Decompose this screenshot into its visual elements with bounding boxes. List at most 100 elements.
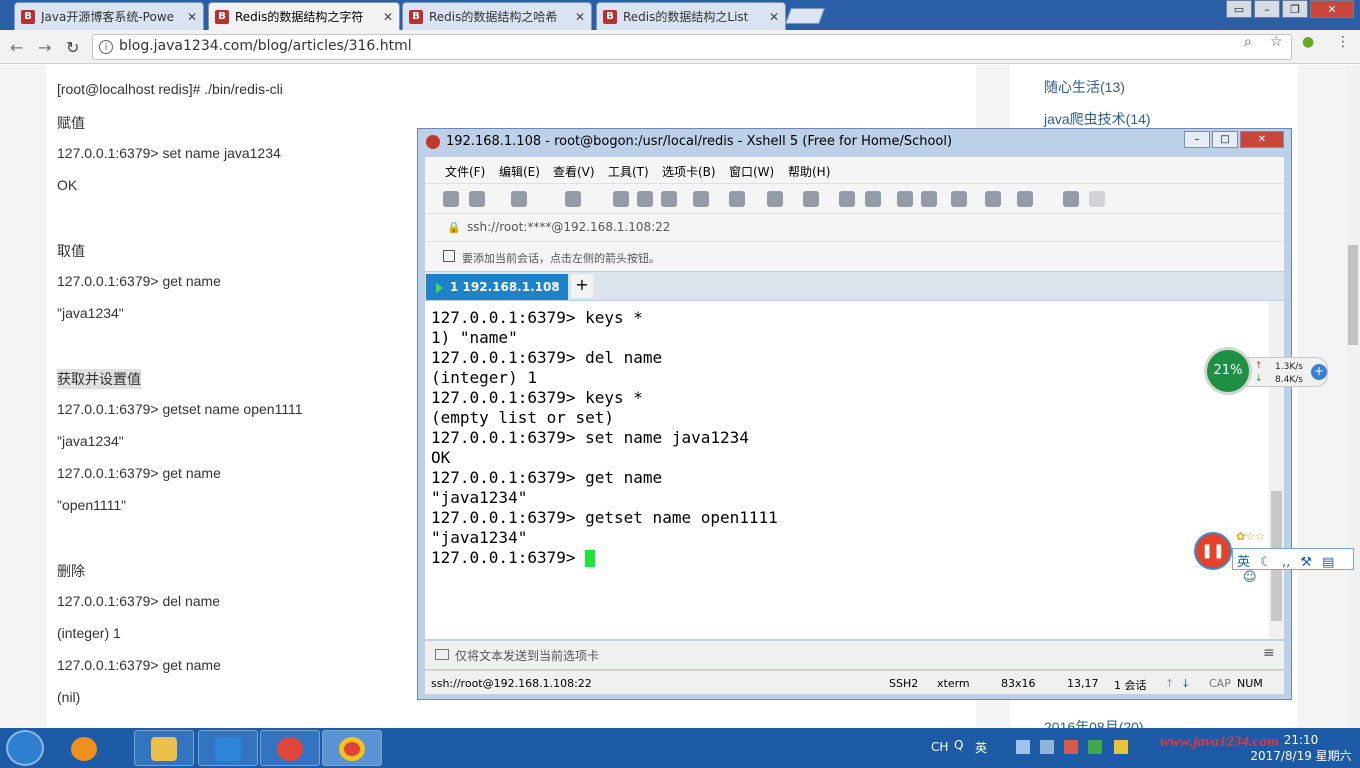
menu-file[interactable]: 文件(F) bbox=[445, 163, 485, 180]
clock[interactable]: 21:10 2017/8/19 星期六 bbox=[1246, 732, 1356, 764]
add-icon[interactable] bbox=[985, 191, 1001, 207]
network-icon[interactable] bbox=[1040, 740, 1054, 754]
xftp-icon[interactable] bbox=[839, 191, 855, 207]
copy-icon[interactable] bbox=[613, 191, 629, 207]
menu-edit[interactable]: 编辑(E) bbox=[499, 163, 540, 180]
fullscreen-icon[interactable] bbox=[897, 191, 913, 207]
minimize-button[interactable]: – bbox=[1184, 131, 1210, 148]
new-session-tab-button[interactable]: + bbox=[571, 274, 593, 298]
page-scrollbar[interactable] bbox=[1346, 65, 1360, 728]
xshell-title-bar: 192.168.1.108 - root@bogon:/usr/local/re… bbox=[418, 129, 1291, 155]
taskbar-app-wps[interactable] bbox=[198, 730, 258, 766]
session-address-bar[interactable]: 🔒 ssh://root:****@192.168.1.108:22 bbox=[425, 213, 1284, 241]
minimize-button[interactable]: – bbox=[1254, 0, 1280, 18]
taskbar-app-browser360[interactable] bbox=[54, 730, 114, 766]
taskbar-app-xshell[interactable] bbox=[260, 730, 320, 766]
menu-tabs[interactable]: 选项卡(B) bbox=[662, 163, 716, 180]
up-arrow-icon[interactable]: ↑ bbox=[1165, 677, 1174, 690]
paste-icon[interactable] bbox=[637, 191, 653, 207]
close-icon[interactable]: ✕ bbox=[575, 10, 585, 24]
lock-icon[interactable] bbox=[921, 191, 937, 207]
extension-icon[interactable]: ● bbox=[1302, 34, 1314, 50]
menu-tools[interactable]: 工具(T) bbox=[608, 163, 649, 180]
status-num: NUM bbox=[1237, 677, 1263, 690]
scrollbar-thumb[interactable] bbox=[1348, 245, 1358, 345]
help-icon[interactable] bbox=[1063, 191, 1079, 207]
blog-favicon-icon: B bbox=[215, 9, 229, 24]
globe-icon[interactable] bbox=[767, 191, 783, 207]
address-bar[interactable]: i blog.java1234.com/blog/articles/316.ht… bbox=[92, 34, 1292, 60]
taskbar-app-chrome[interactable] bbox=[322, 730, 382, 766]
compose-bar[interactable]: 仅将文本发送到当前选项卡 ≡ bbox=[425, 641, 1284, 669]
menu-icon[interactable]: ⋮ bbox=[1336, 34, 1350, 50]
tray-ime[interactable]: 英 bbox=[975, 739, 987, 756]
user-icon[interactable]: ▭ bbox=[1226, 0, 1252, 18]
network-monitor-widget[interactable]: ↑ 1.3K/s ↓ 8.4K/s + 21% bbox=[1204, 347, 1330, 397]
down-arrow-icon[interactable]: ↓ bbox=[1181, 677, 1190, 690]
close-window-button[interactable]: ✕ bbox=[1310, 0, 1354, 18]
terminal-text: (integer) 1 bbox=[431, 368, 537, 387]
plus-icon[interactable]: + bbox=[1311, 364, 1327, 380]
tray-app-icon[interactable] bbox=[1016, 740, 1030, 754]
close-icon[interactable]: ✕ bbox=[769, 10, 779, 24]
browser-tab-3[interactable]: B Redis的数据结构之哈希 ✕ bbox=[402, 2, 592, 30]
hamburger-menu-icon[interactable]: ≡ bbox=[1263, 645, 1275, 661]
forward-arrow-icon[interactable]: → bbox=[38, 38, 51, 57]
find-icon[interactable] bbox=[661, 191, 677, 207]
info-icon[interactable]: i bbox=[99, 40, 113, 54]
terminal-text: 127.0.0.1:6379> bbox=[431, 548, 586, 567]
status-sessions: 1 会话 bbox=[1114, 679, 1147, 692]
sidebar-link-archive[interactable]: 2016年08月(20) bbox=[1044, 717, 1144, 728]
sidebar-link-life[interactable]: 随心生活(13) bbox=[1044, 77, 1125, 97]
clipboard-icon[interactable]: ▤ bbox=[1322, 555, 1334, 570]
chat-icon[interactable] bbox=[1089, 191, 1105, 207]
smiley-icon[interactable]: ☺ bbox=[1243, 570, 1257, 585]
ime-pause-icon[interactable]: ❚❚ bbox=[1194, 532, 1232, 570]
menu-window[interactable]: 窗口(W) bbox=[729, 163, 774, 180]
bookmark-star-icon[interactable]: ☆ bbox=[1270, 34, 1283, 50]
ime-toolbar[interactable]: ✿☆☆ ❚❚ 英 ☾ ,, ⚒ ▤ ☺ bbox=[1194, 530, 1359, 585]
tray-app-icon[interactable] bbox=[1114, 740, 1128, 754]
print-icon[interactable] bbox=[693, 191, 709, 207]
close-button[interactable]: ✕ bbox=[1240, 131, 1284, 148]
tray-app-icon[interactable] bbox=[1064, 740, 1078, 754]
arrow-icon[interactable] bbox=[443, 250, 455, 262]
browser-tab-1[interactable]: B Java开源博客系统-Powe ✕ bbox=[14, 2, 204, 30]
browser-tab-2[interactable]: B Redis的数据结构之字符 ✕ bbox=[208, 2, 400, 30]
taskbar-app-explorer[interactable] bbox=[134, 730, 194, 766]
ime-mode[interactable]: 英 bbox=[1237, 555, 1250, 570]
keyboard-icon[interactable] bbox=[951, 191, 967, 207]
menu-help[interactable]: 帮助(H) bbox=[788, 163, 830, 180]
browser-tab-4[interactable]: B Redis的数据结构之List ✕ bbox=[596, 2, 786, 30]
article-line: 获取并设置值 bbox=[57, 369, 141, 389]
moon-icon[interactable]: ☾ bbox=[1260, 555, 1272, 570]
restore-button[interactable]: ❐ bbox=[1282, 0, 1308, 18]
terminal-line: 127.0.0.1:6379> bbox=[431, 548, 1269, 568]
close-icon[interactable]: ✕ bbox=[383, 10, 393, 24]
new-tab-button[interactable] bbox=[785, 8, 825, 24]
terminal[interactable]: 127.0.0.1:6379> keys * 1) "name" 127.0.0.1… bbox=[425, 301, 1269, 639]
open-folder-icon[interactable] bbox=[469, 191, 485, 207]
zoom-icon[interactable]: ⌕ bbox=[1244, 34, 1252, 50]
close-icon[interactable]: ✕ bbox=[187, 10, 197, 24]
back-arrow-icon[interactable]: ← bbox=[10, 38, 23, 57]
tray-language[interactable]: CH bbox=[931, 740, 948, 754]
punctuation-icon[interactable]: ,, bbox=[1282, 555, 1290, 570]
maximize-button[interactable]: □ bbox=[1212, 131, 1238, 148]
font-icon[interactable] bbox=[803, 191, 819, 207]
properties-icon[interactable] bbox=[565, 191, 581, 207]
layout-icon[interactable] bbox=[1017, 191, 1033, 207]
disconnect-icon[interactable] bbox=[511, 191, 527, 207]
session-tab[interactable]: 1 192.168.1.108 ✕ bbox=[426, 274, 568, 300]
sidebar-link-crawler[interactable]: java爬虫技术(14) bbox=[1044, 109, 1151, 129]
wrench-icon[interactable]: ⚒ bbox=[1300, 555, 1312, 570]
new-session-icon[interactable] bbox=[443, 191, 459, 207]
menu-view[interactable]: 查看(V) bbox=[553, 163, 595, 180]
xshell-icon[interactable] bbox=[865, 191, 881, 207]
transfer-icon[interactable] bbox=[729, 191, 745, 207]
reload-icon[interactable]: ↻ bbox=[66, 38, 79, 57]
windows-start-icon[interactable] bbox=[6, 730, 44, 766]
help-icon[interactable]: Q bbox=[954, 738, 963, 752]
close-icon[interactable]: ✕ bbox=[550, 279, 560, 293]
shield-icon[interactable] bbox=[1088, 740, 1102, 754]
